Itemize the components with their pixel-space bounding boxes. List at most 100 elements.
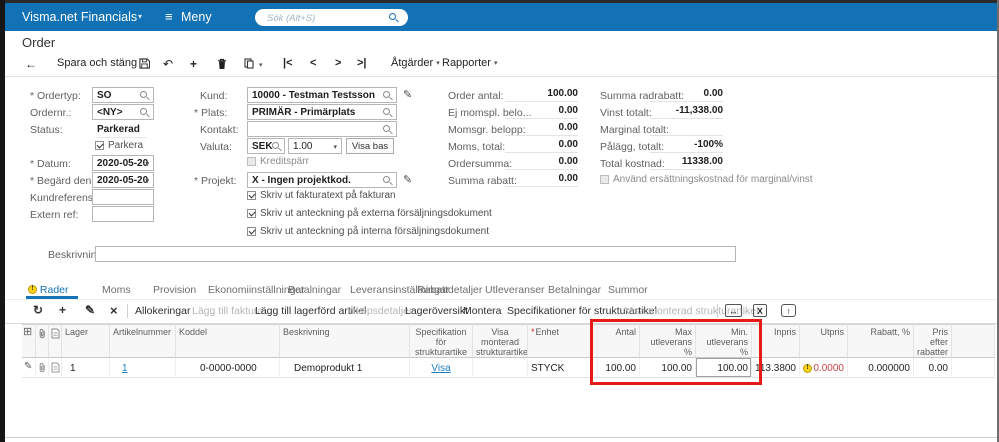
refresh-icon[interactable]: ↻: [33, 303, 43, 317]
cell-koddel[interactable]: 0-0000-0000: [176, 358, 280, 378]
ordernr-field[interactable]: <NY>: [92, 104, 154, 120]
grid-settings-icon[interactable]: ⊞: [22, 324, 36, 358]
tab-betalningar-2[interactable]: Betalningar: [548, 284, 601, 296]
kreditsparr-checkbox[interactable]: [247, 157, 256, 166]
visa-bas-button[interactable]: Visa bas: [346, 138, 394, 154]
lookup-icon[interactable]: [383, 176, 393, 186]
tab-moms[interactable]: Moms: [102, 284, 131, 296]
undo-icon[interactable]: ↶: [163, 57, 173, 71]
go-last-icon[interactable]: >|: [357, 57, 367, 69]
actions-menu-button[interactable]: Åtgärder ▾: [391, 57, 440, 69]
table-row[interactable]: ✎ 1 1 0-0000-0000 Demoprodukt 1 Visa STY…: [22, 358, 995, 378]
date-caret-icon[interactable]: ▾: [145, 160, 149, 168]
kontakt-field[interactable]: [247, 121, 397, 137]
print-externa-checkbox[interactable]: [247, 209, 256, 218]
extern-ref-field[interactable]: [92, 206, 154, 222]
cell-beskrivning[interactable]: Demoprodukt 1: [280, 358, 410, 378]
cell-specifikation[interactable]: Visa: [410, 358, 473, 378]
add-row-icon[interactable]: +: [59, 303, 66, 317]
tab-utleveranser[interactable]: Utleveranser: [485, 284, 545, 296]
col-header-artikelnummer[interactable]: Artikelnummer: [110, 324, 176, 358]
cell-rabatt[interactable]: 0.000000: [848, 358, 914, 378]
tab-summor[interactable]: Summor: [608, 284, 648, 296]
montera-button[interactable]: Montera: [463, 305, 502, 317]
delete-icon[interactable]: [217, 58, 227, 70]
go-previous-icon[interactable]: <: [310, 57, 316, 69]
col-header-beskrivning[interactable]: Beskrivning: [280, 324, 410, 358]
cell-pris-efter-rabatter[interactable]: 0.00: [914, 358, 952, 378]
lookup-icon[interactable]: [140, 108, 150, 118]
artikelnummer-link[interactable]: 1: [122, 363, 128, 374]
save-close-button[interactable]: Spara och stäng: [57, 57, 137, 69]
hamburger-menu-icon[interactable]: ≡: [165, 9, 173, 24]
col-header-pris-efter-rabatter[interactable]: Pris efter rabatter: [914, 324, 952, 358]
plats-field[interactable]: PRIMÄR - Primärplats: [247, 104, 397, 120]
col-header-enhet[interactable]: *Enhet: [528, 324, 593, 358]
go-next-icon[interactable]: >: [335, 57, 341, 69]
back-icon[interactable]: ←: [25, 57, 37, 71]
go-first-icon[interactable]: |<: [283, 57, 293, 69]
ordertyp-field[interactable]: SO: [92, 87, 154, 103]
visa-specifikation-link[interactable]: Visa: [431, 363, 450, 374]
lageroversikt-button[interactable]: Lageröversikt: [405, 305, 468, 317]
parkera-checkbox[interactable]: [95, 141, 104, 150]
col-header-visa-monterad[interactable]: Visa monterad strukturartike: [473, 324, 528, 358]
col-header-utpris[interactable]: Utpris: [800, 324, 848, 358]
cell-utpris[interactable]: 0.0000: [800, 358, 848, 378]
tab-betalningar-1[interactable]: Betalningar: [288, 284, 341, 296]
valuta-rate-field[interactable]: 1.00 ▾: [288, 138, 342, 154]
tab-rader[interactable]: Rader: [28, 284, 69, 296]
copy-paste-caret-icon[interactable]: ▾: [259, 61, 263, 69]
valuta-code-field[interactable]: SEK: [247, 138, 285, 154]
save-icon[interactable]: [139, 58, 150, 69]
beskrivning-field[interactable]: [95, 246, 736, 262]
lookup-icon[interactable]: [272, 142, 282, 152]
date-caret-icon[interactable]: ▾: [145, 177, 149, 185]
row-attachment-icon[interactable]: [36, 358, 49, 378]
global-search[interactable]: [255, 9, 408, 26]
allokeringar-button[interactable]: Allokeringar: [135, 305, 190, 317]
lookup-icon[interactable]: [140, 91, 150, 101]
add-record-icon[interactable]: +: [190, 57, 197, 71]
cell-artikelnummer[interactable]: 1: [110, 358, 176, 378]
edit-projekt-icon[interactable]: ✎: [403, 173, 412, 186]
ersattningskostnad-checkbox[interactable]: [600, 175, 609, 184]
fit-columns-icon[interactable]: ↔: [725, 304, 742, 317]
delete-row-icon[interactable]: ×: [110, 303, 118, 318]
print-interna-checkbox[interactable]: [247, 227, 256, 236]
palagg-totalt-value: -100%: [650, 139, 723, 153]
moms-total-value: 0.00: [505, 139, 578, 153]
print-fakturatext-checkbox[interactable]: [247, 191, 256, 200]
rate-caret-icon[interactable]: ▾: [333, 143, 337, 151]
upload-icon[interactable]: ↑: [781, 304, 796, 317]
kund-field[interactable]: 10000 - Testman Testsson: [247, 87, 397, 103]
export-excel-icon[interactable]: X: [753, 304, 767, 317]
col-header-specifikation[interactable]: Specifikation för strukturartike: [410, 324, 473, 358]
col-header-rabatt[interactable]: Rabatt, %: [848, 324, 914, 358]
app-brand[interactable]: Visma.net Financials: [22, 10, 137, 24]
lookup-icon[interactable]: [383, 91, 393, 101]
projekt-field[interactable]: X - Ingen projektkod.: [247, 172, 397, 188]
lookup-icon[interactable]: [383, 125, 393, 135]
row-edit-icon[interactable]: ✎: [22, 358, 36, 378]
edit-kund-icon[interactable]: ✎: [403, 88, 412, 101]
kundreferens-field[interactable]: [92, 189, 154, 205]
vinst-totalt-value: -11,338.00: [650, 105, 723, 119]
copy-paste-icon[interactable]: [244, 58, 254, 69]
lookup-icon[interactable]: [383, 108, 393, 118]
cell-lager[interactable]: 1: [62, 358, 110, 378]
tab-provision[interactable]: Provision: [153, 284, 196, 296]
col-header-lager[interactable]: Lager: [62, 324, 110, 358]
begard-den-field[interactable]: 2020-05-20 ▾: [92, 172, 154, 188]
search-icon[interactable]: [389, 13, 399, 23]
row-notes-icon[interactable]: [49, 358, 62, 378]
print-interna-label: Skriv ut anteckning på interna försäljni…: [260, 226, 490, 237]
col-header-koddel[interactable]: Koddel: [176, 324, 280, 358]
search-input[interactable]: [265, 10, 389, 26]
tab-rabattdetaljer[interactable]: Rabattdetaljer: [417, 284, 482, 296]
edit-row-icon[interactable]: ✎: [85, 303, 95, 317]
cell-enhet[interactable]: STYCK: [528, 358, 593, 378]
datum-field[interactable]: 2020-05-20 ▾: [92, 155, 154, 171]
menu-button[interactable]: Meny: [181, 10, 212, 24]
reports-menu-button[interactable]: Rapporter ▾: [442, 57, 498, 69]
